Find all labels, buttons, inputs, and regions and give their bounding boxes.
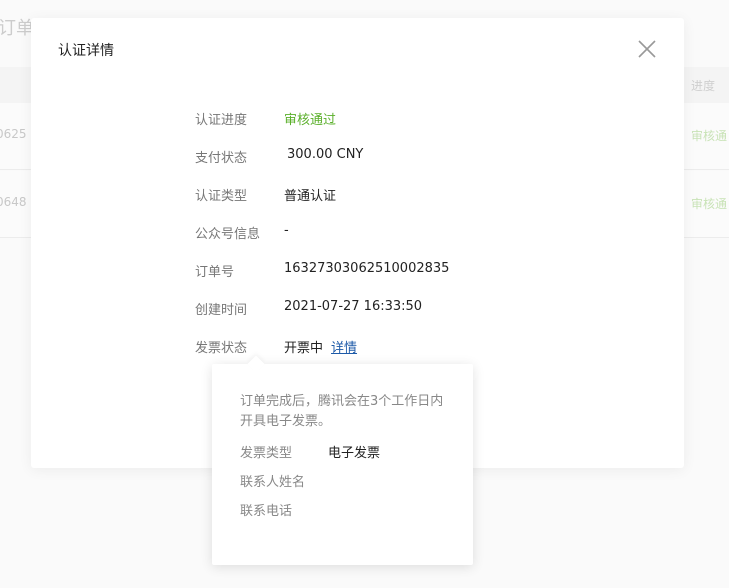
- field-label: 发票状态: [195, 341, 248, 356]
- popover-description: 订单完成后，腾讯会在3个工作日内开具电子发票。: [240, 394, 444, 429]
- column-header-progress: 进度: [690, 79, 715, 93]
- popover-label: 联系电话: [240, 504, 293, 519]
- page-title: 订单: [0, 18, 34, 39]
- field-label: 认证进度: [195, 113, 248, 128]
- close-button[interactable]: [636, 38, 658, 60]
- status-text: 审核通: [690, 129, 727, 143]
- field-value: 2021-07-27 16:33:50: [284, 299, 423, 314]
- close-icon: [638, 40, 656, 58]
- field-value: 审核通过: [284, 113, 337, 128]
- invoice-detail-popover: 订单完成后，腾讯会在3个工作日内开具电子发票。 发票类型 电子发票 联系人姓名 联…: [212, 355, 473, 565]
- field-label: 订单号: [195, 265, 235, 280]
- field-value: 开票中: [284, 341, 324, 356]
- field-value: 16327303062510002835: [284, 261, 450, 276]
- popover-row-invoice-type: 发票类型 电子发票: [240, 442, 380, 461]
- field-label: 公众号信息: [195, 227, 261, 242]
- field-value: 普通认证: [284, 189, 337, 204]
- invoice-detail-link[interactable]: 详情: [331, 341, 357, 356]
- field-label: 认证类型: [195, 189, 248, 204]
- order-id: 0625: [0, 127, 27, 141]
- dialog-title: 认证详情: [58, 43, 114, 59]
- status-text: 审核通: [690, 197, 727, 211]
- field-value-wrap: 开票中 详情: [284, 337, 357, 356]
- order-id: 0648: [0, 195, 27, 209]
- popover-row-contact-name: 联系人姓名: [240, 471, 328, 490]
- popover-label: 联系人姓名: [240, 475, 306, 490]
- field-value: -: [284, 223, 289, 238]
- popover-label: 发票类型: [240, 446, 293, 461]
- field-label: 创建时间: [195, 303, 248, 318]
- field-value: 300.00 CNY: [287, 147, 364, 162]
- field-label: 支付状态: [195, 151, 248, 166]
- popover-value: 电子发票: [328, 446, 381, 461]
- popover-row-contact-phone: 联系电话: [240, 500, 328, 519]
